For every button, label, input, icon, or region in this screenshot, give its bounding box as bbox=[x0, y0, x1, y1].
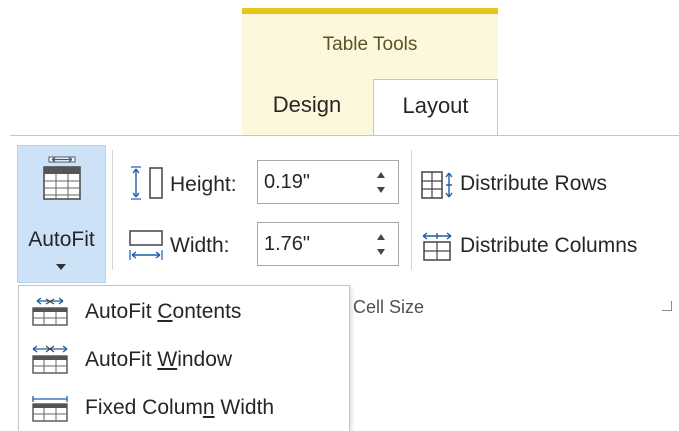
distribute-columns-icon bbox=[422, 232, 452, 261]
menu-item-fixed-column-width[interactable]: Fixed Column Width bbox=[19, 384, 349, 430]
tab-design[interactable]: Design bbox=[242, 79, 372, 136]
fixed-column-width-icon bbox=[32, 396, 68, 422]
table-tools-label: Table Tools bbox=[322, 34, 418, 55]
width-spin-field[interactable]: 1.76" bbox=[257, 222, 399, 266]
autofit-label: AutoFit bbox=[28, 228, 95, 251]
autofit-button[interactable]: AutoFit bbox=[17, 145, 106, 283]
width-value[interactable]: 1.76" bbox=[264, 233, 310, 256]
autofit-table-icon bbox=[43, 156, 81, 200]
width-label: Width: bbox=[170, 234, 230, 257]
spin-down-icon[interactable] bbox=[377, 249, 385, 255]
group-separator bbox=[411, 150, 412, 270]
autofit-window-icon bbox=[32, 345, 68, 374]
spin-down-icon[interactable] bbox=[377, 187, 385, 193]
menu-item-label: AutoFit Window bbox=[85, 348, 233, 371]
chevron-down-icon bbox=[56, 264, 66, 270]
distribute-rows-icon bbox=[421, 171, 453, 199]
distribute-columns-button[interactable]: Distribute Columns bbox=[460, 234, 637, 258]
cell-size-group-label: Cell Size bbox=[353, 297, 425, 317]
autofit-contents-icon bbox=[32, 297, 68, 326]
menu-item-label: Fixed Column Width bbox=[85, 396, 275, 419]
table-tools-header: Table Tools bbox=[242, 8, 498, 70]
spin-up-icon[interactable] bbox=[377, 172, 385, 178]
column-width-icon bbox=[129, 230, 163, 260]
height-value[interactable]: 0.19" bbox=[264, 171, 310, 194]
group-separator bbox=[112, 150, 113, 270]
menu-item-autofit-contents[interactable]: AutoFit Contents bbox=[19, 288, 349, 334]
menu-item-autofit-window[interactable]: AutoFit Window bbox=[19, 336, 349, 382]
distribute-rows-button[interactable]: Distribute Rows bbox=[460, 172, 607, 196]
menu-item-label: AutoFit Contents bbox=[85, 300, 242, 323]
dialog-launcher-icon[interactable] bbox=[662, 301, 672, 311]
spin-up-icon[interactable] bbox=[377, 234, 385, 240]
height-label: Height: bbox=[170, 173, 237, 196]
height-spin-field[interactable]: 0.19" bbox=[257, 160, 399, 204]
row-height-icon bbox=[131, 166, 163, 200]
tab-layout[interactable]: Layout bbox=[373, 79, 498, 139]
autofit-dropdown-menu: AutoFit Contents AutoFit Window Fixed Co… bbox=[18, 285, 350, 431]
